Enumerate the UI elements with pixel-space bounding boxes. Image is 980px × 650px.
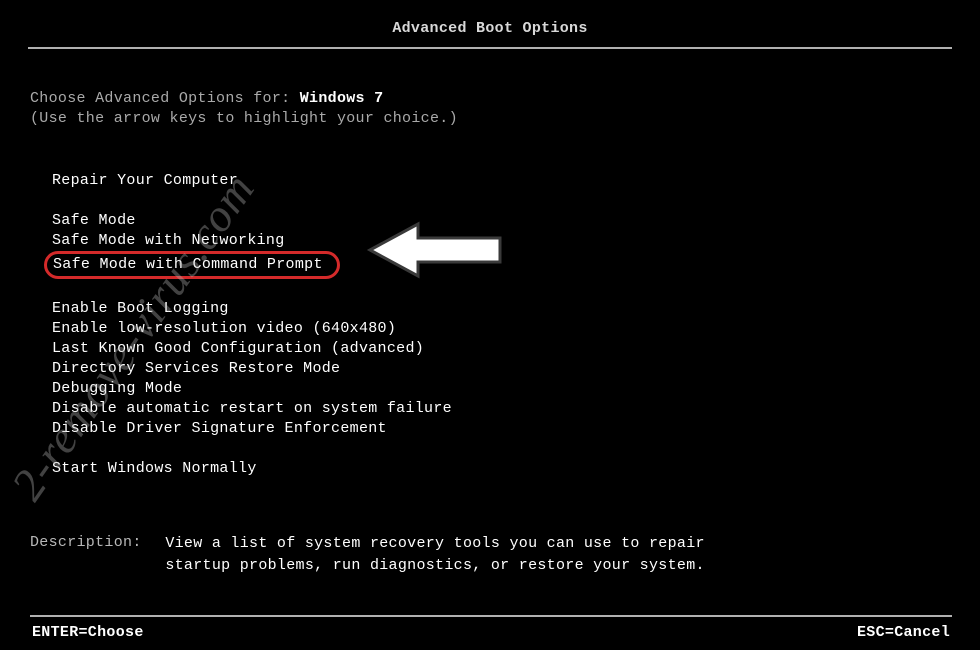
menu-item[interactable]: Disable automatic restart on system fail… — [52, 399, 952, 419]
description-label: Description: — [30, 533, 156, 553]
menu-item[interactable]: Directory Services Restore Mode — [52, 359, 952, 379]
menu-item[interactable]: Safe Mode with Command Prompt — [52, 251, 952, 279]
boot-options-menu: Repair Your ComputerSafe ModeSafe Mode w… — [30, 171, 952, 479]
os-name: Windows 7 — [300, 90, 384, 107]
description-block: Description: View a list of system recov… — [30, 533, 952, 577]
menu-spacer — [52, 191, 952, 211]
page-title: Advanced Boot Options — [28, 20, 952, 43]
description-text: View a list of system recovery tools you… — [165, 533, 765, 577]
menu-item[interactable]: Enable low-resolution video (640x480) — [52, 319, 952, 339]
menu-item[interactable]: Enable Boot Logging — [52, 299, 952, 319]
menu-spacer — [52, 279, 952, 299]
intro-block: Choose Advanced Options for: Windows 7 (… — [30, 89, 952, 129]
menu-item[interactable]: Start Windows Normally — [52, 459, 952, 479]
menu-item[interactable]: Safe Mode — [52, 211, 952, 231]
menu-item-highlighted[interactable]: Safe Mode with Command Prompt — [44, 251, 340, 279]
intro-hint: (Use the arrow keys to highlight your ch… — [30, 110, 458, 127]
menu-item[interactable]: Safe Mode with Networking — [52, 231, 952, 251]
menu-item[interactable]: Last Known Good Configuration (advanced) — [52, 339, 952, 359]
footer-enter: ENTER=Choose — [32, 623, 144, 643]
footer-bar: ENTER=Choose ESC=Cancel — [30, 623, 952, 643]
menu-item[interactable]: Debugging Mode — [52, 379, 952, 399]
menu-item[interactable]: Repair Your Computer — [52, 171, 952, 191]
intro-prompt: Choose Advanced Options for: — [30, 90, 300, 107]
footer-divider — [30, 615, 952, 617]
footer-esc: ESC=Cancel — [857, 623, 950, 643]
menu-item[interactable]: Disable Driver Signature Enforcement — [52, 419, 952, 439]
menu-spacer — [52, 439, 952, 459]
